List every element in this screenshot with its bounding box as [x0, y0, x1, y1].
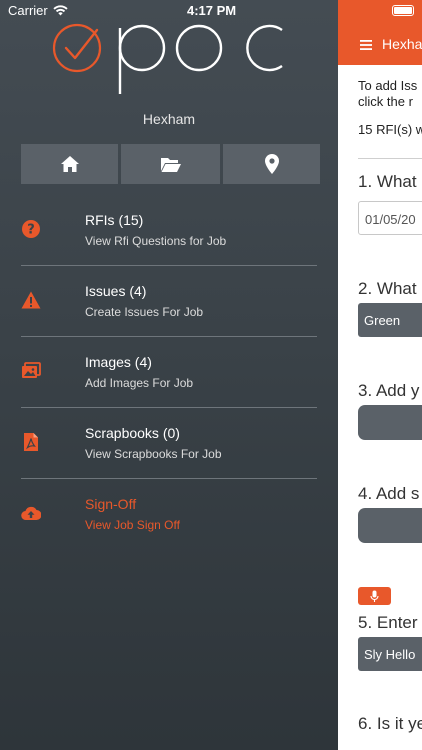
- menu-item-subtitle: View Rfi Questions for Job: [85, 234, 227, 248]
- question-4-label: 4. Add s: [358, 484, 420, 503]
- carrier-label: Carrier: [8, 3, 48, 18]
- question-5-label: 5. Enter: [358, 613, 418, 632]
- question-2-select[interactable]: Green: [358, 303, 422, 337]
- microphone-icon: [370, 590, 379, 602]
- question-2-label: 2. What: [358, 279, 417, 298]
- svg-text:?: ?: [27, 223, 35, 238]
- section-divider: [358, 158, 422, 159]
- quick-action-bar: [21, 144, 320, 184]
- intro-text-line-2: click the r: [358, 94, 413, 109]
- question-3-add-button[interactable]: [358, 405, 422, 440]
- epoc-logo: [52, 23, 283, 94]
- location-button[interactable]: [223, 144, 320, 184]
- folder-open-icon: [160, 157, 181, 172]
- menu-item-subtitle: View Job Sign Off: [85, 518, 180, 532]
- menu-item-title: Sign-Off: [85, 496, 137, 512]
- menu-item-title: RFIs (15): [85, 212, 144, 228]
- menu-item-title: Issues (4): [85, 283, 147, 299]
- question-6-label: 6. Is it ye: [358, 714, 422, 733]
- menu-item-title: Images (4): [85, 354, 152, 370]
- job-name: Hexham: [142, 111, 196, 127]
- images-icon: [22, 362, 41, 378]
- menu-item-title: Scrapbooks (0): [85, 425, 180, 441]
- question-1-label: 1. What: [358, 172, 417, 191]
- menu-item-sign-off[interactable]: Sign-Off View Job Sign Off: [0, 479, 338, 550]
- intro-text-line-1: To add Iss: [358, 78, 418, 93]
- question-1-date-field[interactable]: 01/05/20: [358, 201, 422, 235]
- pdf-file-icon: [24, 433, 38, 451]
- question-3-label: 3. Add y: [358, 381, 420, 400]
- map-pin-icon: [264, 154, 279, 174]
- wifi-icon: [53, 5, 68, 16]
- job-menu: ? RFIs (15) View Rfi Questions for Job I…: [0, 195, 338, 550]
- side-drawer: Hexham ? RFIs (15) View Rfi Questions fo…: [0, 0, 338, 750]
- question-4-add-button[interactable]: [358, 508, 422, 543]
- hamburger-menu-icon[interactable]: [360, 40, 372, 50]
- question-5-text-field[interactable]: Sly Hello: [358, 637, 422, 671]
- status-bar: Carrier 4:17 PM: [0, 0, 422, 22]
- menu-item-subtitle: View Scrapbooks For Job: [85, 447, 222, 461]
- status-time: 4:17 PM: [187, 3, 237, 18]
- menu-item-subtitle: Create Issues For Job: [85, 305, 204, 319]
- menu-item-issues[interactable]: Issues (4) Create Issues For Job: [0, 266, 338, 337]
- rfi-count-text: 15 RFI(s) w: [358, 122, 422, 137]
- home-icon: [60, 156, 79, 172]
- carrier-indicator: Carrier: [8, 3, 68, 18]
- header-title: Hexha: [382, 36, 422, 52]
- menu-item-rfis[interactable]: ? RFIs (15) View Rfi Questions for Job: [0, 195, 338, 266]
- home-button[interactable]: [21, 144, 118, 184]
- battery-icon: [392, 5, 414, 16]
- menu-item-images[interactable]: Images (4) Add Images For Job: [0, 337, 338, 408]
- voice-input-button[interactable]: [358, 587, 391, 605]
- cloud-upload-icon: [21, 506, 41, 521]
- folders-button[interactable]: [121, 144, 220, 184]
- rfi-form-panel: Hexha To add Iss click the r 15 RFI(s) w…: [338, 0, 422, 750]
- warning-triangle-icon: [21, 291, 41, 309]
- question-circle-icon: ?: [22, 220, 40, 238]
- menu-item-scrapbooks[interactable]: Scrapbooks (0) View Scrapbooks For Job: [0, 408, 338, 479]
- menu-item-subtitle: Add Images For Job: [85, 376, 194, 390]
